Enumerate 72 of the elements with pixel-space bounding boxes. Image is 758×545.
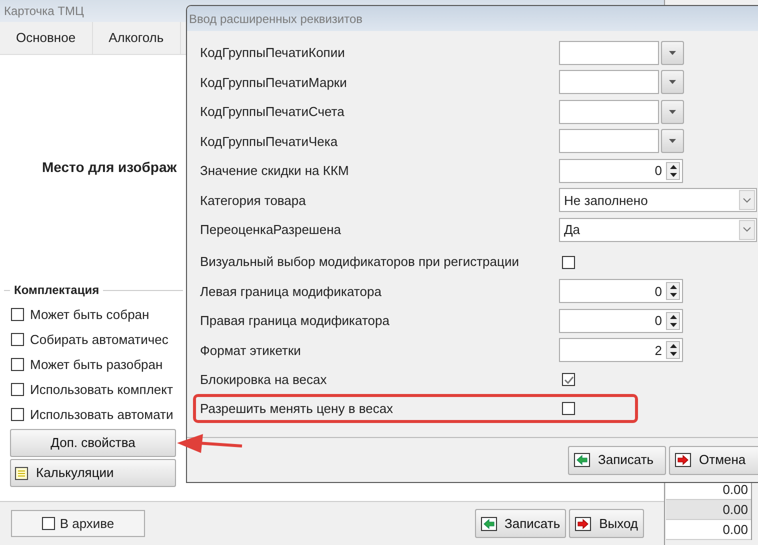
chevron-down-icon — [739, 190, 755, 210]
select-field[interactable]: Да — [559, 218, 757, 242]
checkbox[interactable] — [562, 256, 575, 268]
field-label: Формат этикетки — [200, 342, 302, 360]
caret-icon — [669, 110, 676, 114]
caret-icon — [669, 50, 676, 55]
annotation-arrow — [177, 434, 242, 453]
arrow-left-icon — [480, 516, 497, 530]
arrow-right-icon — [675, 453, 691, 467]
dropdown-button[interactable] — [661, 40, 684, 65]
checkbox[interactable] — [11, 333, 24, 346]
checkbox-label: Может быть разобран — [30, 356, 163, 374]
dialog-title: Ввод расширенных реквизитов — [189, 10, 363, 28]
checkbox[interactable] — [42, 517, 55, 530]
field-label: КодГруппыПечатиКопии — [200, 44, 346, 62]
checkbox[interactable] — [11, 308, 24, 321]
image-placeholder-text: Место для изображ — [42, 158, 177, 177]
combo-field[interactable] — [559, 70, 659, 94]
tab[interactable]: Основное — [0, 22, 93, 54]
field-label: Категория товара — [200, 192, 307, 210]
field-label: Значение скидки на ККМ — [200, 162, 350, 180]
window-title: Карточка ТМЦ — [4, 3, 84, 20]
field-label: КодГруппыПечатиСчета — [200, 103, 346, 121]
archive-button[interactable]: В архиве — [11, 510, 145, 537]
button[interactable]: Доп. свойства — [10, 429, 176, 457]
chevron-down-icon — [739, 220, 755, 240]
spin-arrows-icon[interactable] — [666, 162, 680, 180]
checkbox-label: Может быть собран — [30, 306, 150, 324]
spin-arrows-icon[interactable] — [666, 312, 680, 330]
checkbox-label: Использовать автомати — [30, 406, 174, 424]
combo-field[interactable] — [559, 100, 659, 124]
dropdown-button[interactable] — [661, 70, 684, 94]
dropdown-button[interactable] — [661, 100, 684, 124]
spin-arrows-icon[interactable] — [666, 282, 680, 300]
field-label: Разрешить менять цену в весах — [200, 400, 394, 418]
checkbox[interactable] — [562, 402, 575, 415]
list-icon — [15, 466, 28, 480]
combo-field[interactable] — [559, 129, 659, 154]
dropdown-button[interactable] — [661, 129, 684, 154]
spin-arrows-icon[interactable] — [666, 341, 680, 360]
button[interactable]: Записать — [568, 446, 666, 474]
field-label: Левая граница модификатора — [200, 282, 382, 301]
field-label: Визуальный выбор модификаторов при регистрации — [200, 253, 520, 272]
table-cell: 0.00 — [666, 500, 751, 520]
caret-icon — [669, 139, 676, 144]
button[interactable]: Калькуляции — [10, 459, 176, 487]
field-label: Блокировка на весах — [200, 370, 328, 389]
number-field[interactable]: 0 — [559, 279, 683, 304]
checkbox-label: Использовать комплект — [30, 380, 173, 399]
arrow-left-icon — [574, 453, 590, 467]
button[interactable]: Отмена — [669, 446, 758, 474]
caret-icon — [669, 80, 676, 84]
select-field[interactable]: Не заполнено — [559, 188, 757, 212]
checkbox-label: Собирать автоматичес — [30, 330, 168, 349]
checked-checkbox[interactable] — [562, 373, 575, 386]
tab[interactable]: Алкоголь — [92, 22, 181, 54]
checkbox[interactable] — [11, 383, 24, 396]
field-label: ПереоценкаРазрешена — [200, 221, 342, 239]
checkbox[interactable] — [11, 408, 24, 421]
number-field[interactable]: 0 — [559, 158, 683, 183]
table-cell: 0.00 — [666, 520, 751, 540]
field-label: Правая граница модификатора — [200, 312, 390, 330]
number-field[interactable]: 0 — [559, 308, 683, 333]
checkbox[interactable] — [11, 358, 24, 371]
field-label: КодГруппыПечатиМарки — [200, 74, 348, 92]
button[interactable]: Записать — [474, 509, 566, 538]
combo-field[interactable] — [559, 40, 659, 65]
number-field[interactable]: 2 — [559, 338, 683, 362]
field-label: КодГруппыПечатиЧека — [200, 132, 339, 151]
group-title: Комплектация — [14, 282, 100, 299]
button[interactable]: Выход — [569, 509, 644, 538]
arrow-right-icon — [575, 516, 592, 530]
